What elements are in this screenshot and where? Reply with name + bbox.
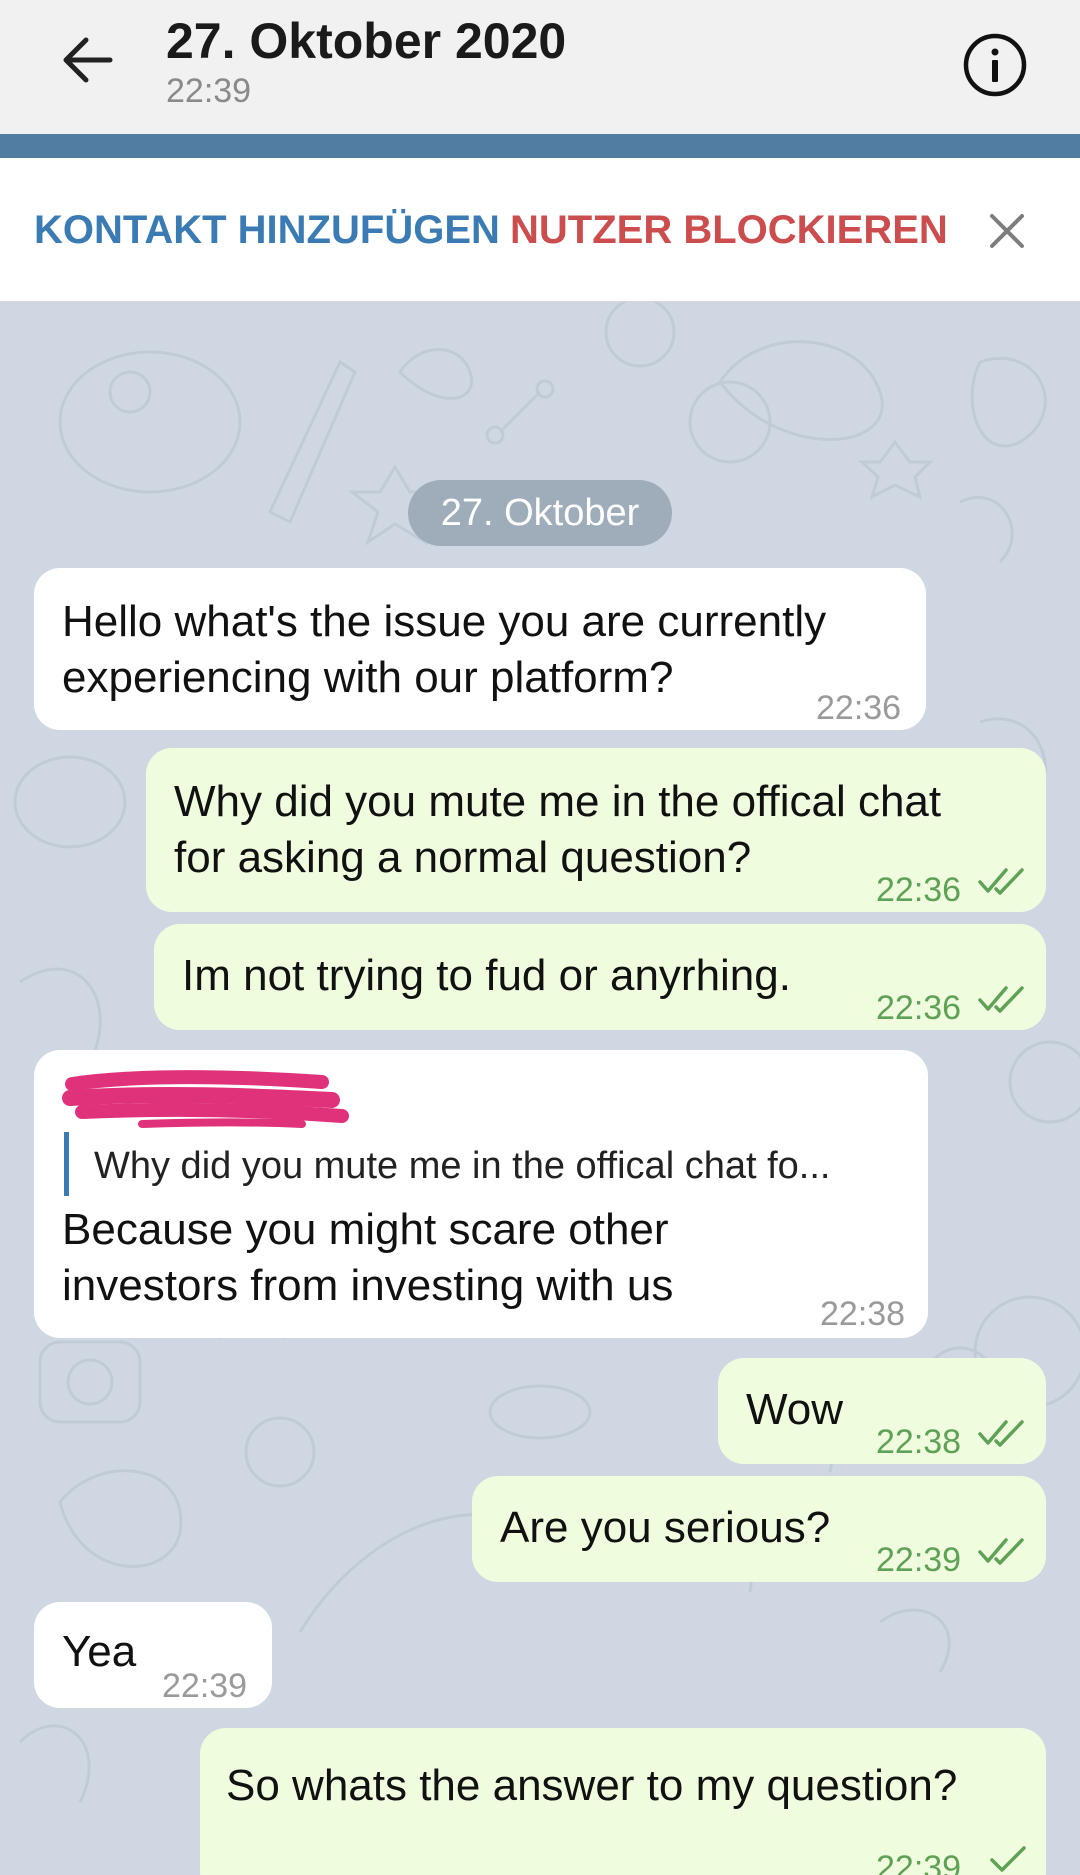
close-icon[interactable] [988, 212, 1026, 250]
message-time: 22:36 [876, 989, 962, 1027]
message-text: Yea [62, 1627, 137, 1676]
chat-area[interactable]: 27. Oktober Hello what's the issue you a… [0, 302, 1080, 1875]
header-accent-bar [0, 134, 1080, 158]
date-separator: 27. Oktober [408, 480, 672, 546]
chat-title[interactable]: 27. Oktober 2020 [166, 12, 566, 70]
message-time: 22:39 [162, 1667, 248, 1705]
contact-action-bar: KONTAKT HINZUFÜGEN NUTZER BLOCKIEREN [0, 158, 1080, 302]
message-outgoing[interactable]: Why did you mute me in the offical chat … [146, 748, 1046, 912]
message-text: Are you serious? [500, 1503, 831, 1552]
message-time: 22:38 [876, 1423, 962, 1461]
add-contact-button[interactable]: KONTAKT HINZUFÜGEN [34, 208, 500, 253]
reply-quote-bar [64, 1132, 69, 1196]
message-outgoing[interactable]: Im not trying to fud or anyrhing. 22:36 [154, 924, 1046, 1030]
message-time: 22:36 [816, 689, 902, 727]
message-text: Wow [746, 1385, 843, 1434]
chat-subtitle: 22:39 [166, 72, 252, 110]
message-text: Hello what's the issue you are currently… [62, 597, 827, 702]
message-time: 22:39 [876, 1541, 962, 1579]
check-icon [990, 1846, 1026, 1872]
message-outgoing[interactable]: So whats the answer to my question? 22:3… [200, 1728, 1046, 1875]
reply-quote-text[interactable]: Why did you mute me in the offical chat … [94, 1138, 830, 1194]
double-check-icon [978, 868, 1024, 895]
redacted-name [62, 1070, 349, 1128]
double-check-icon [978, 1538, 1024, 1565]
message-text: Because you might scare other investors … [62, 1205, 674, 1310]
chat-header: 27. Oktober 2020 22:39 [0, 0, 1080, 134]
message-text: Im not trying to fud or anyrhing. [182, 951, 791, 1000]
message-incoming[interactable]: Yea 22:39 [34, 1602, 272, 1708]
message-outgoing[interactable]: Are you serious? 22:39 [472, 1476, 1046, 1582]
info-circle-icon[interactable] [962, 32, 1028, 98]
message-time: 22:39 [876, 1849, 962, 1875]
arrow-left-icon[interactable] [56, 28, 120, 92]
message-text: Why did you mute me in the offical chat … [174, 777, 942, 882]
message-text: So whats the answer to my question? [226, 1761, 958, 1810]
message-time: 22:36 [876, 871, 962, 909]
block-user-button[interactable]: NUTZER BLOCKIEREN [510, 208, 948, 253]
double-check-icon [978, 986, 1024, 1013]
message-incoming-reply[interactable]: Why did you mute me in the offical chat … [34, 1050, 928, 1338]
double-check-icon [978, 1420, 1024, 1447]
message-incoming[interactable]: Hello what's the issue you are currently… [34, 568, 926, 730]
message-time: 22:38 [820, 1295, 906, 1333]
message-outgoing[interactable]: Wow 22:38 [718, 1358, 1046, 1464]
